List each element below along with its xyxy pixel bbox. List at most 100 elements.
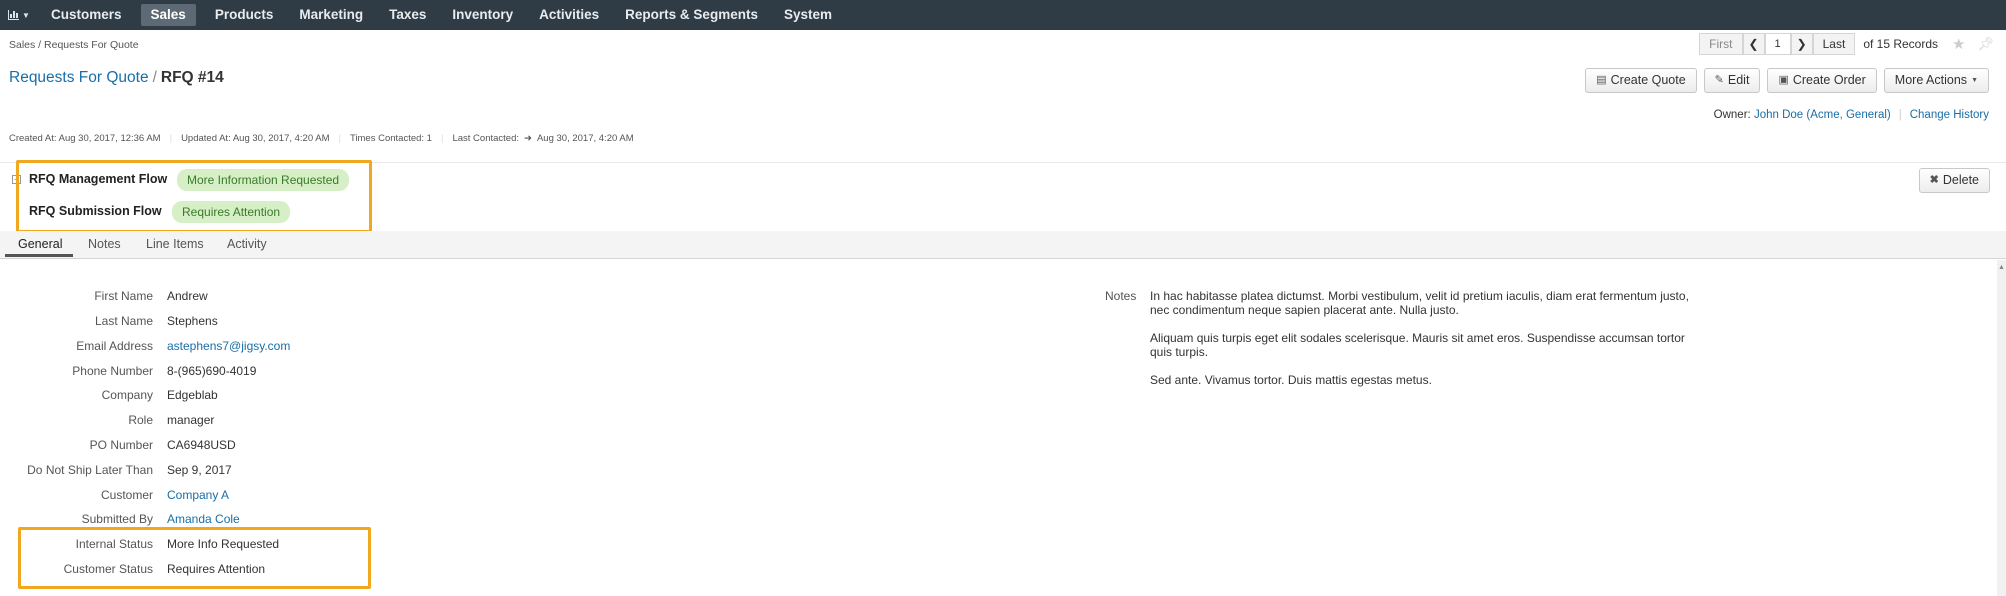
- create-quote-label: Create Quote: [1610, 73, 1686, 87]
- field-value-company: Edgeblab: [167, 388, 218, 402]
- field-label-phone: Phone Number: [72, 364, 153, 378]
- nav-taxes[interactable]: Taxes: [376, 4, 439, 26]
- last-contacted-value: Aug 30, 2017, 4:20 AM: [536, 133, 634, 144]
- page-number-input[interactable]: 1: [1764, 33, 1791, 55]
- nav-activities[interactable]: Activities: [526, 4, 612, 26]
- times-contacted: Times Contacted: 1: [349, 133, 432, 144]
- title-separator: /: [152, 69, 157, 86]
- field-label-last-name: Last Name: [94, 314, 153, 328]
- notes-label: Notes: [1105, 289, 1137, 303]
- owner-info: Owner: John Doe (Acme, General) | Change H…: [1714, 109, 1989, 121]
- field-label-company: Company: [101, 388, 153, 402]
- top-navigation: ▼ Customers Sales Products Marketing Tax…: [0, 0, 2006, 30]
- nav-marketing[interactable]: Marketing: [286, 4, 376, 26]
- create-order-button[interactable]: ▣ Create Order: [1767, 68, 1877, 93]
- first-button[interactable]: First: [1699, 33, 1743, 55]
- last-contacted-label: Last Contacted:: [452, 133, 519, 144]
- notes-text: In hac habitasse platea dictumst. Morbi …: [1150, 289, 1700, 401]
- nav-reports-segments[interactable]: Reports & Segments: [612, 4, 771, 26]
- collapse-icon[interactable]: −: [12, 175, 21, 184]
- field-value-last-name: Stephens: [167, 314, 218, 328]
- owner-label: Owner:: [1713, 109, 1751, 121]
- briefcase-icon: ▣: [1778, 74, 1789, 86]
- pencil-icon: ✎: [1714, 74, 1724, 86]
- nav-system[interactable]: System: [771, 4, 845, 26]
- bar-chart-icon: [8, 10, 20, 20]
- title-current: RFQ #14: [160, 69, 224, 86]
- tab-notes[interactable]: Notes: [88, 237, 121, 251]
- action-buttons: ▤ Create Quote ✎ Edit ▣ Create Order More A…: [1585, 68, 1989, 93]
- nav-inventory[interactable]: Inventory: [439, 4, 526, 26]
- owner-divider: |: [1898, 109, 1902, 121]
- scrollbar[interactable]: ▲: [1997, 260, 2006, 596]
- notes-paragraph: Aliquam quis turpis eget elit sodales sc…: [1150, 331, 1685, 359]
- field-value-submitted-by[interactable]: Amanda Cole: [167, 512, 240, 526]
- meta-separator: |: [169, 133, 173, 144]
- active-tab-indicator: [5, 254, 73, 257]
- owner-link[interactable]: John Doe (Acme, General): [1754, 109, 1891, 121]
- updated-at: Updated At: Aug 30, 2017, 4:20 AM: [181, 133, 330, 144]
- tab-activity[interactable]: Activity: [227, 237, 267, 251]
- caret-down-icon: ▼: [1971, 77, 1978, 84]
- nav-sales[interactable]: Sales: [140, 4, 196, 26]
- edit-label: Edit: [1727, 73, 1750, 87]
- pin-icon[interactable]: 📌︎: [1977, 36, 1994, 52]
- title-parent-link[interactable]: Requests For Quote: [9, 69, 149, 86]
- record-meta: Created At: Aug 30, 2017, 12:36 AM | Upd…: [9, 133, 634, 144]
- divider: [0, 162, 2006, 163]
- flow-label-submission: RFQ Submission Flow: [29, 204, 162, 218]
- created-at: Created At: Aug 30, 2017, 12:36 AM: [9, 133, 161, 144]
- edit-button[interactable]: ✎ Edit: [1703, 68, 1761, 93]
- tab-bar: [0, 231, 2006, 259]
- field-label-po-number: PO Number: [89, 438, 153, 452]
- field-value-first-name: Andrew: [167, 289, 208, 303]
- chevron-left-icon: ❮: [1748, 37, 1759, 51]
- notes-paragraph: In hac habitasse platea dictumst. Morbi …: [1150, 289, 1689, 317]
- field-label-submitted-by: Submitted By: [81, 512, 153, 526]
- field-value-customer-status: Requires Attention: [167, 562, 266, 576]
- scroll-up-icon[interactable]: ▲: [1998, 264, 2005, 271]
- flow-label-management: RFQ Management Flow: [29, 172, 168, 186]
- chevron-right-icon: ❯: [1796, 37, 1807, 51]
- field-label-role: Role: [128, 413, 153, 427]
- page-title: Requests For Quote / RFQ #14: [9, 69, 224, 87]
- delete-button[interactable]: ✖ Delete: [1918, 168, 1990, 193]
- field-value-role: manager: [167, 413, 215, 427]
- dashboard-menu[interactable]: ▼: [0, 0, 38, 30]
- field-value-ship-date: Sep 9, 2017: [167, 463, 232, 477]
- star-icon[interactable]: ★: [1952, 35, 1965, 53]
- meta-separator: |: [440, 133, 444, 144]
- previous-button[interactable]: ❮: [1742, 33, 1765, 55]
- nav-products[interactable]: Products: [202, 4, 287, 26]
- field-value-internal-status: More Info Requested: [167, 537, 280, 551]
- field-label-first-name: First Name: [94, 289, 153, 303]
- record-pager: First ❮ 1 ❯ Last of 15 Records ★ 📌︎: [1699, 33, 2006, 55]
- nav-customers[interactable]: Customers: [38, 4, 135, 26]
- field-value-phone: 8-(965)690-4019: [167, 364, 257, 378]
- record-count: of 15 Records: [1863, 37, 1939, 51]
- create-quote-button[interactable]: ▤ Create Quote: [1585, 68, 1697, 93]
- breadcrumb: Sales / Requests For Quote: [9, 39, 139, 51]
- arrow-right-icon: ➜: [524, 133, 532, 144]
- tab-general[interactable]: General: [18, 237, 62, 251]
- more-actions-button[interactable]: More Actions ▼: [1883, 68, 1989, 93]
- field-label-customer: Customer: [100, 488, 153, 502]
- create-order-label: Create Order: [1792, 73, 1866, 87]
- tab-line-items[interactable]: Line Items: [146, 237, 204, 251]
- document-icon: ▤: [1596, 74, 1607, 86]
- field-label-internal-status: Internal Status: [75, 537, 153, 551]
- caret-down-icon: ▼: [22, 10, 30, 20]
- close-icon: ✖: [1929, 174, 1939, 186]
- field-label-ship-date: Do Not Ship Later Than: [27, 463, 153, 477]
- next-button[interactable]: ❯: [1790, 33, 1813, 55]
- last-button[interactable]: Last: [1812, 33, 1856, 55]
- field-value-customer[interactable]: Company A: [167, 488, 229, 502]
- field-value-email[interactable]: astephens7@jigsy.com: [167, 339, 290, 353]
- change-history-link[interactable]: Change History: [1910, 109, 1989, 121]
- notes-paragraph: Sed ante. Vivamus tortor. Duis mattis eg…: [1150, 373, 1432, 387]
- field-label-customer-status: Customer Status: [63, 562, 153, 576]
- field-label-email: Email Address: [76, 339, 153, 353]
- field-value-po-number: CA6948USD: [167, 438, 236, 452]
- flow-status-badge-submission: Requires Attention: [172, 201, 291, 223]
- more-actions-label: More Actions: [1894, 73, 1968, 87]
